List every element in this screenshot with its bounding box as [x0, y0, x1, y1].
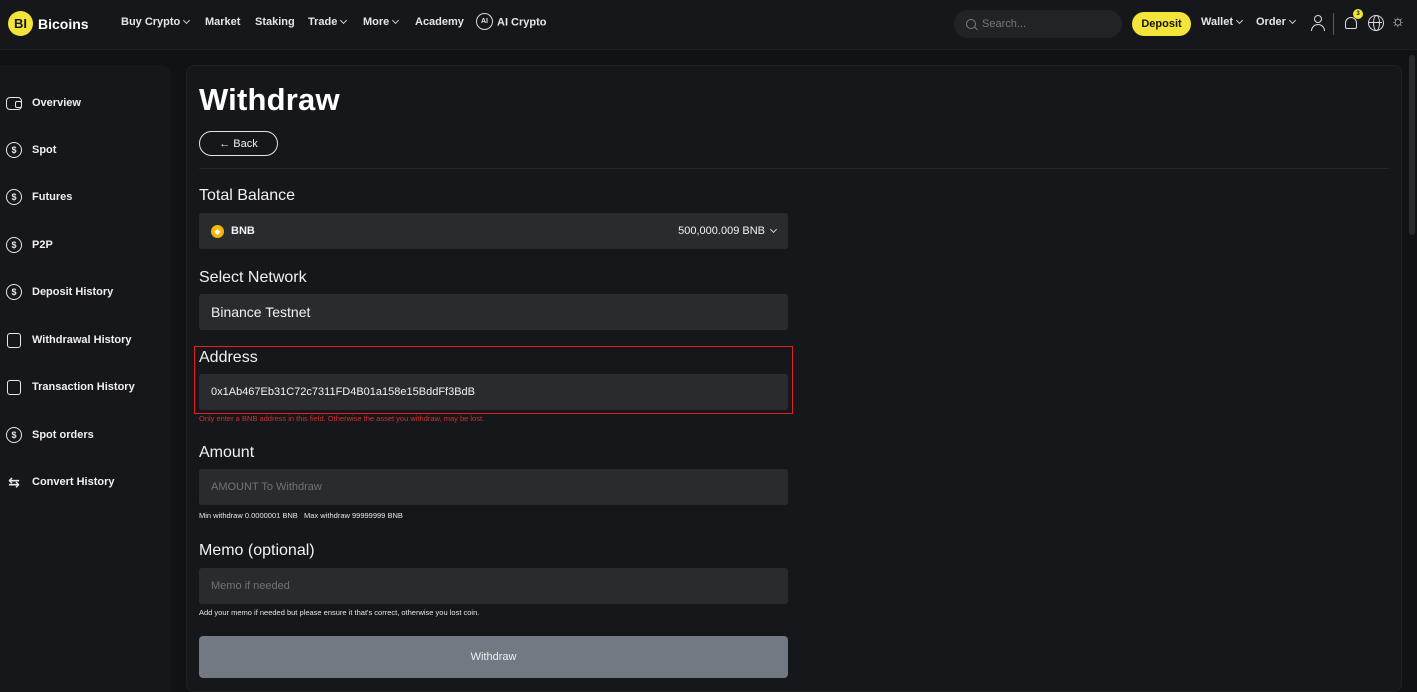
nav-trade-label: Trade — [308, 16, 338, 28]
sidebar-item-label: Overview — [32, 97, 81, 109]
sidebar-item-label: Spot — [32, 144, 57, 156]
sidebar-item-label: Spot orders — [32, 429, 94, 441]
sidebar-item-deposit-history[interactable]: $ Deposit History — [6, 284, 113, 300]
nav-wallet[interactable]: Wallet — [1201, 16, 1244, 28]
chevron-down-icon — [183, 16, 191, 25]
receipt-icon — [6, 379, 22, 395]
notification-badge: 3 — [1353, 9, 1363, 19]
amount-limits: Min withdraw 0.0000001 BNB Max withdraw … — [199, 511, 403, 520]
coin-up-icon: $ — [6, 237, 22, 253]
network-label: Select Network — [199, 269, 307, 286]
amount-label: Amount — [199, 444, 255, 461]
chevron-down-icon — [1235, 16, 1244, 25]
back-button[interactable]: ← Back — [199, 131, 278, 156]
sidebar-item-overview[interactable]: Overview — [6, 95, 81, 111]
chevron-down-icon — [392, 16, 400, 25]
nav-more-label: More — [363, 16, 390, 28]
nav-order[interactable]: Order — [1256, 16, 1297, 28]
chevron-down-icon — [340, 16, 348, 25]
coins-icon: $ — [6, 427, 22, 443]
document-icon — [6, 332, 22, 348]
top-navbar: BI Bicoins Buy Crypto Market Staking Tra… — [0, 0, 1417, 50]
header-divider — [1333, 13, 1334, 35]
memo-input[interactable] — [211, 568, 788, 604]
page-title: Withdraw — [199, 82, 340, 117]
logo-mark-icon: BI — [8, 11, 33, 36]
sidebar-item-label: Deposit History — [32, 286, 114, 298]
coin-up-icon: $ — [6, 284, 22, 300]
nav-ai-crypto[interactable]: AI AI Crypto — [476, 13, 547, 31]
search-box[interactable] — [954, 10, 1122, 38]
nav-more[interactable]: More — [363, 16, 400, 28]
address-highlight-box — [194, 346, 793, 414]
amount-input[interactable] — [211, 469, 788, 505]
chevron-down-icon — [1288, 16, 1297, 25]
address-warning: Only enter a BNB address in this field. … — [199, 414, 485, 423]
sidebar-item-label: Withdrawal History — [32, 334, 132, 346]
sidebar-item-withdrawal-history[interactable]: Withdrawal History — [6, 332, 132, 348]
nav-wallet-label: Wallet — [1201, 16, 1233, 28]
sidebar-item-label: Transaction History — [32, 381, 135, 393]
balance-amount: 500,000.009 BNB — [678, 225, 765, 237]
search-input[interactable] — [982, 18, 1102, 30]
nav-market[interactable]: Market — [205, 16, 240, 28]
globe-icon[interactable] — [1368, 15, 1384, 31]
amount-field[interactable] — [199, 469, 788, 505]
bell-icon[interactable] — [1345, 17, 1357, 29]
nav-ai-crypto-label: AI Crypto — [497, 16, 547, 29]
nav-order-label: Order — [1256, 16, 1286, 28]
wallet-icon — [6, 95, 22, 111]
nav-trade[interactable]: Trade — [308, 16, 348, 28]
sidebar-item-convert-history[interactable]: ⇆ Convert History — [6, 473, 115, 490]
memo-hint: Add your memo if needed but please ensur… — [199, 608, 480, 617]
balance-value: 500,000.009 BNB — [678, 225, 778, 237]
brand-logo[interactable]: BI Bicoins — [8, 11, 89, 36]
divider — [199, 168, 1389, 169]
nav-buy-crypto-label: Buy Crypto — [121, 16, 181, 28]
ai-icon: AI — [476, 13, 493, 30]
memo-field[interactable] — [199, 568, 788, 604]
sidebar-item-transaction-history[interactable]: Transaction History — [6, 379, 135, 395]
nav-staking[interactable]: Staking — [255, 16, 295, 28]
theme-toggle-icon[interactable]: ☼ — [1390, 14, 1406, 30]
sidebar-item-label: P2P — [32, 239, 53, 251]
bnb-coin-icon: ◆ — [211, 224, 224, 238]
sidebar-item-spot-orders[interactable]: $ Spot orders — [6, 427, 94, 443]
coin-up-icon: $ — [6, 189, 22, 205]
coin-select[interactable]: ◆ BNB 500,000.009 BNB — [199, 213, 788, 249]
dollar-circle-icon: $ — [6, 142, 22, 158]
memo-label: Memo (optional) — [199, 542, 315, 559]
sidebar-item-futures[interactable]: $ Futures — [6, 189, 72, 205]
network-value: Binance Testnet — [211, 304, 311, 320]
brand-name: Bicoins — [38, 15, 89, 32]
sidebar-item-label: Futures — [32, 191, 73, 203]
sidebar-item-p2p[interactable]: $ P2P — [6, 237, 53, 253]
page-scrollbar[interactable] — [1409, 55, 1415, 235]
coin-name: BNB — [231, 225, 255, 237]
swap-icon: ⇆ — [8, 473, 20, 490]
user-icon[interactable] — [1310, 15, 1326, 31]
sidebar-item-spot[interactable]: $ Spot — [6, 142, 56, 158]
deposit-button[interactable]: Deposit — [1132, 12, 1191, 36]
sidebar-item-label: Convert History — [32, 476, 115, 488]
network-select[interactable]: Binance Testnet — [199, 294, 788, 330]
nav-buy-crypto[interactable]: Buy Crypto — [121, 16, 191, 28]
search-icon — [966, 19, 976, 29]
chevron-down-icon — [769, 225, 778, 234]
nav-academy[interactable]: Academy — [415, 16, 464, 28]
withdraw-button[interactable]: Withdraw — [199, 636, 788, 678]
total-balance-label: Total Balance — [199, 187, 296, 204]
